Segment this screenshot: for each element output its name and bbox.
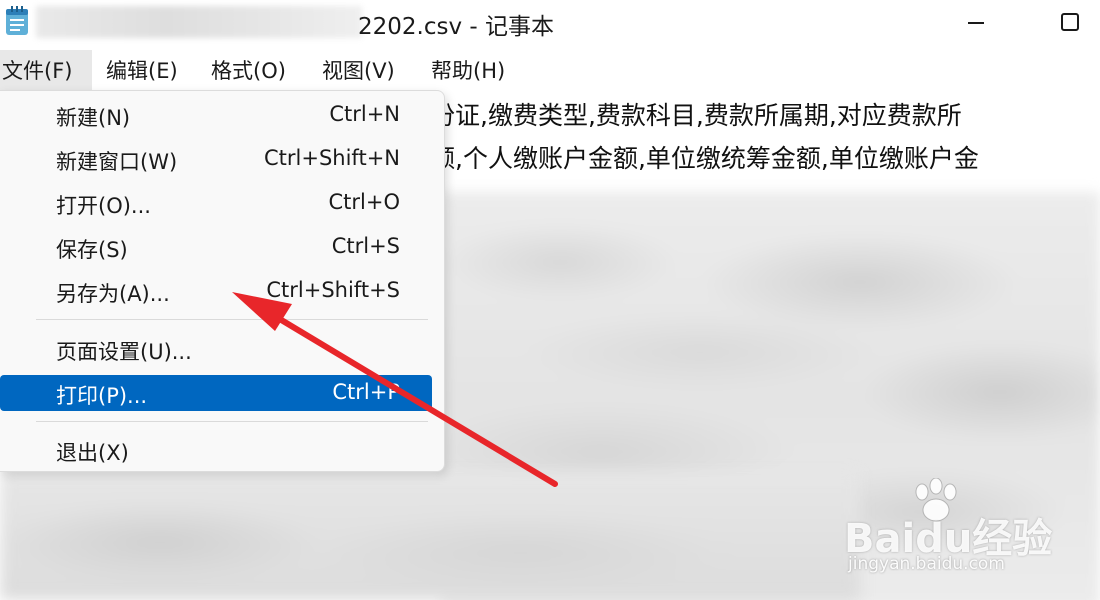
maximize-button[interactable] bbox=[1040, 0, 1100, 44]
menu-item-label: 打开(O)... bbox=[56, 194, 151, 218]
menu-item-new-window[interactable]: 新建窗口(W) Ctrl+Shift+N bbox=[0, 141, 432, 177]
menu-item-shortcut: Ctrl+O bbox=[328, 190, 401, 214]
menu-item-print[interactable]: 打印(P)... Ctrl+P bbox=[0, 375, 432, 411]
document-line: 额,个人缴账户金额,单位缴统筹金额,单位缴账户金 bbox=[430, 144, 979, 173]
menu-item-save[interactable]: 保存(S) Ctrl+S bbox=[0, 229, 432, 265]
menu-item-label: 页面设置(U)... bbox=[56, 340, 192, 364]
menu-item-page-setup[interactable]: 页面设置(U)... bbox=[0, 331, 432, 367]
redacted-content bbox=[0, 472, 860, 600]
notepad-icon bbox=[4, 6, 30, 36]
menu-item-exit[interactable]: 退出(X) bbox=[0, 432, 432, 468]
menu-item-save-as[interactable]: 另存为(A)... Ctrl+Shift+S bbox=[0, 273, 432, 309]
file-dropdown-menu: 新建(N) Ctrl+N 新建窗口(W) Ctrl+Shift+N 打开(O).… bbox=[0, 90, 445, 472]
baidu-watermark: Baidu经验 jingyan.baidu.com bbox=[840, 478, 1060, 588]
menu-separator bbox=[36, 421, 428, 422]
menu-item-label: 另存为(A)... bbox=[56, 282, 170, 306]
menu-file[interactable]: 文件(F) bbox=[0, 50, 92, 92]
menu-bar: 文件(F) 编辑(E) 格式(O) 视图(V) 帮助(H) bbox=[0, 50, 1100, 92]
menu-item-label: 保存(S) bbox=[56, 238, 128, 262]
menu-item-open[interactable]: 打开(O)... Ctrl+O bbox=[0, 185, 432, 221]
menu-item-shortcut: Ctrl+P bbox=[332, 380, 400, 404]
menu-item-shortcut: Ctrl+Shift+N bbox=[264, 146, 400, 170]
menu-format[interactable]: 格式(O) bbox=[209, 50, 288, 92]
document-line: 份证,缴费类型,费款科目,费款所属期,对应费款所 bbox=[430, 101, 962, 130]
window-title: 2202.csv - 记事本 bbox=[358, 14, 555, 40]
minimize-button[interactable] bbox=[946, 0, 1006, 44]
menu-item-label: 新建(N) bbox=[56, 106, 131, 130]
minimize-icon bbox=[968, 22, 984, 24]
menu-item-label: 退出(X) bbox=[56, 441, 129, 465]
menu-item-shortcut: Ctrl+Shift+S bbox=[266, 278, 400, 302]
menu-item-new[interactable]: 新建(N) Ctrl+N bbox=[0, 97, 432, 133]
menu-view[interactable]: 视图(V) bbox=[320, 50, 397, 92]
menu-edit[interactable]: 编辑(E) bbox=[104, 50, 180, 92]
menu-item-label: 新建窗口(W) bbox=[56, 150, 178, 174]
title-bar: 2202.csv - 记事本 bbox=[0, 0, 1100, 46]
menu-separator bbox=[36, 319, 428, 320]
menu-item-shortcut: Ctrl+N bbox=[329, 102, 400, 126]
notepad-window: 2202.csv - 记事本 文件(F) 编辑(E) 格式(O) 视图(V) 帮… bbox=[0, 0, 1100, 600]
menu-item-label: 打印(P)... bbox=[56, 384, 148, 408]
redacted-filename bbox=[36, 6, 362, 38]
menu-item-shortcut: Ctrl+S bbox=[331, 234, 400, 258]
menu-help[interactable]: 帮助(H) bbox=[429, 50, 507, 92]
watermark-url: jingyan.baidu.com bbox=[848, 554, 1005, 574]
maximize-icon bbox=[1061, 13, 1079, 31]
